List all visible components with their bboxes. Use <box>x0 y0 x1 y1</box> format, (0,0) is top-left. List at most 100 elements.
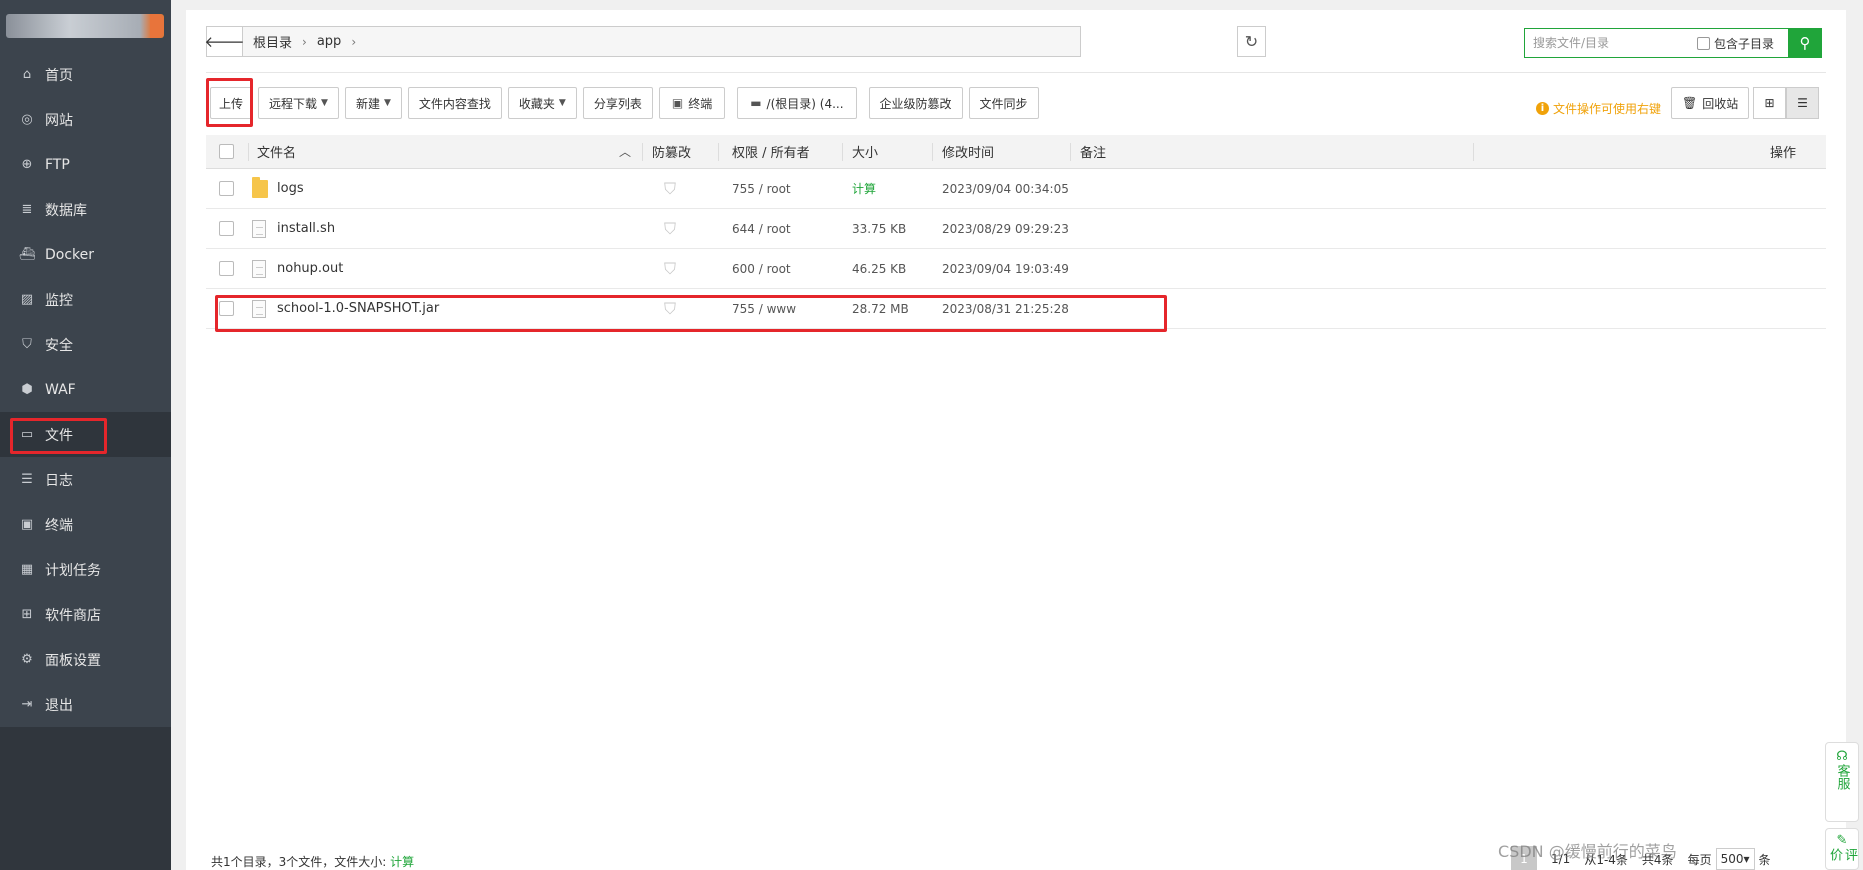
content-search-label: 文件内容查找 <box>418 96 491 111</box>
remote-download-button[interactable]: 远程下载 ▼ <box>258 87 339 119</box>
disk-button[interactable]: ▬ /(根目录) (4... <box>737 87 857 119</box>
sidebar-item-calendar[interactable]: ▦ 计划任务 <box>0 547 171 592</box>
customer-service-button[interactable]: ☊ 客服 <box>1825 742 1859 822</box>
file-perm[interactable]: 600 / root <box>732 262 791 276</box>
sidebar-item-gear[interactable]: ⚙ 面板设置 <box>0 637 171 682</box>
tamper-shield-icon[interactable]: ⛉ <box>664 299 676 319</box>
breadcrumb-app[interactable]: app › <box>317 34 356 49</box>
home-icon: ⌂ <box>22 67 32 82</box>
sort-asc-icon[interactable]: ︿ <box>619 143 631 160</box>
terminal-icon: ▣ <box>671 96 684 110</box>
sidebar-item-docker[interactable]: ⛴ Docker <box>0 232 171 277</box>
row-checkbox[interactable] <box>219 261 234 276</box>
sidebar-item-label: 软件商店 <box>45 607 101 624</box>
header-mtime[interactable]: 修改时间 <box>942 135 994 168</box>
include-subdir-checkbox[interactable]: 包含子目录 <box>1697 35 1774 52</box>
headset-icon: ☊ <box>1836 749 1848 764</box>
file-perm[interactable]: 755 / www <box>732 302 796 316</box>
list-view-button[interactable]: ☰ <box>1786 87 1819 119</box>
folder-icon <box>252 176 268 199</box>
sidebar-item-label: 安全 <box>45 337 73 354</box>
table-row[interactable]: install.sh ⛉ 644 / root 33.75 KB 2023/08/29 … <box>206 209 1826 249</box>
sidebar-item-globe[interactable]: ◎ 网站 <box>0 97 171 142</box>
chevron-right-icon: › <box>302 34 307 49</box>
arrow-left-icon: 🡐 <box>204 33 245 51</box>
ftp-icon: ⊕ <box>21 157 33 172</box>
info-icon: i <box>1536 102 1549 115</box>
sidebar-item-log[interactable]: ☰ 日志 <box>0 457 171 502</box>
table-row[interactable]: logs ⛉ 755 / root 计算 2023/09/04 00:34:05 <box>206 169 1826 209</box>
per-page-value: 500 <box>1720 852 1744 866</box>
refresh-button[interactable]: ↻ <box>1237 26 1266 57</box>
file-icon <box>252 219 268 239</box>
table-row[interactable]: school-1.0-SNAPSHOT.jar ⛉ 755 / www 28.72 M… <box>206 289 1826 329</box>
table-header: 文件名 ︿ 防篡改 权限 / 所有者 大小 修改时间 备注 操作 <box>206 135 1826 169</box>
row-checkbox[interactable] <box>219 221 234 236</box>
waf-icon: ⬢ <box>21 382 33 397</box>
select-all-checkbox[interactable] <box>219 144 234 159</box>
tamper-shield-icon[interactable]: ⛉ <box>664 179 676 199</box>
table-body: logs ⛉ 755 / root 计算 2023/09/04 00:34:05 inst… <box>206 169 1826 329</box>
header-tamper: 防篡改 <box>652 135 691 168</box>
logo <box>0 0 171 52</box>
file-mtime: 2023/09/04 00:34:05 <box>942 181 1069 196</box>
tamper-shield-icon[interactable]: ⛉ <box>664 219 676 239</box>
share-list-button[interactable]: 分享列表 <box>582 87 653 119</box>
toolbar: 上传 远程下载 ▼ 新建 ▼ 文件内容查找 收藏夹 ▼ 分享列表 ▣ 终端 ▬/(根目录… <box>210 87 1045 119</box>
monitor-icon: ▨ <box>20 292 34 307</box>
file-name[interactable]: nohup.out <box>277 261 343 276</box>
row-checkbox[interactable] <box>219 181 234 196</box>
table-row[interactable]: nohup.out ⛉ 600 / root 46.25 KB 2023/09/04 1… <box>206 249 1826 289</box>
file-perm[interactable]: 644 / root <box>732 222 791 236</box>
back-button[interactable]: 🡐 <box>204 27 245 56</box>
sidebar-item-database[interactable]: ≣ 数据库 <box>0 187 171 232</box>
breadcrumb-root[interactable]: 根目录 › <box>253 32 307 52</box>
header-note: 备注 <box>1080 135 1106 168</box>
globe-icon: ◎ <box>21 112 33 127</box>
file-perm[interactable]: 755 / root <box>732 182 791 196</box>
tamper-button[interactable]: 企业级防篡改 <box>868 87 963 119</box>
terminal-button[interactable]: ▣ 终端 <box>658 87 726 119</box>
header-name[interactable]: 文件名 <box>257 135 296 168</box>
sidebar-item-logout[interactable]: ⇥ 退出 <box>0 682 171 727</box>
upload-button[interactable]: 上传 <box>210 87 252 119</box>
sidebar-item-monitor[interactable]: ▨ 监控 <box>0 277 171 322</box>
recycle-bin-button[interactable]: 🗑 回收站 <box>1671 87 1750 119</box>
favorites-button[interactable]: 收藏夹 ▼ <box>507 87 577 119</box>
sidebar-item-label: 面板设置 <box>45 652 101 669</box>
content-search-button[interactable]: 文件内容查找 <box>407 87 502 119</box>
trash-icon: 🗑 <box>1682 96 1698 110</box>
path-bar: 🡐 根目录 › app › <box>204 26 1081 57</box>
calc-size-link[interactable]: 计算 <box>390 855 414 869</box>
checkbox[interactable] <box>1697 36 1710 50</box>
file-name[interactable]: install.sh <box>277 221 335 236</box>
chevron-down-icon: ▾ <box>1743 852 1750 866</box>
file-size[interactable]: 计算 <box>852 180 876 197</box>
sync-button[interactable]: 文件同步 <box>968 87 1039 119</box>
per-page-select[interactable]: 500 ▾ <box>1715 848 1755 870</box>
file-mtime: 2023/08/31 21:25:28 <box>942 301 1069 316</box>
search-button[interactable]: ⚲ <box>1788 28 1822 58</box>
sidebar: ⌂ 首页 ◎ 网站 ⊕ FTP ≣ 数据库 ⛴ Docker ▨ 监控 ⛉ 安全 ⬢ WAF ▭ 文件 ☰ 日志 ▣ 终端… <box>0 0 171 870</box>
new-button[interactable]: 新建 ▼ <box>344 87 402 119</box>
sidebar-item-ftp[interactable]: ⊕ FTP <box>0 142 171 187</box>
sidebar-item-apps[interactable]: ⊞ 软件商店 <box>0 592 171 637</box>
row-checkbox[interactable] <box>219 301 234 316</box>
sidebar-item-label: 数据库 <box>45 202 87 219</box>
tamper-shield-icon[interactable]: ⛉ <box>664 259 676 279</box>
file-name[interactable]: logs <box>277 181 304 196</box>
sidebar-item-label: WAF <box>45 381 76 398</box>
feedback-button[interactable]: ✎ 评价 <box>1825 828 1859 870</box>
sidebar-item-label: 网站 <box>45 112 73 129</box>
header-size[interactable]: 大小 <box>852 135 878 168</box>
sidebar-item-terminal[interactable]: ▣ 终端 <box>0 502 171 547</box>
header-label: 操作 <box>1770 146 1797 161</box>
grid-view-button[interactable]: ⊞ <box>1753 87 1786 119</box>
search-input[interactable] <box>1525 29 1695 57</box>
file-name[interactable]: school-1.0-SNAPSHOT.jar <box>277 301 439 316</box>
header-perm[interactable]: 权限 / 所有者 <box>732 135 810 168</box>
sidebar-item-folder[interactable]: ▭ 文件 <box>0 412 171 457</box>
sidebar-item-waf[interactable]: ⬢ WAF <box>0 367 171 412</box>
sidebar-item-shield[interactable]: ⛉ 安全 <box>0 322 171 367</box>
sidebar-item-home[interactable]: ⌂ 首页 <box>0 52 171 97</box>
